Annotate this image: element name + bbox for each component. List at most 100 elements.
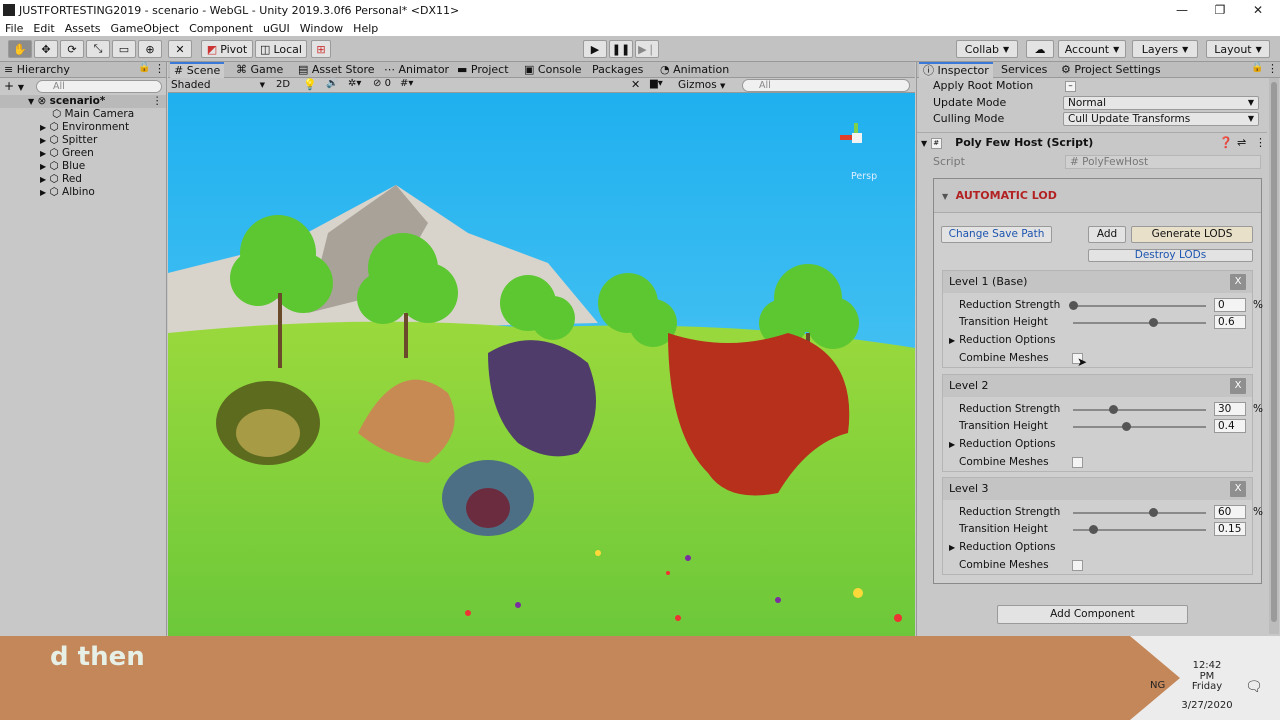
cloud-icon[interactable]: ☁ [1026,40,1054,58]
culling-mode-dropdown[interactable]: Cull Update Transforms ▼ [1063,112,1259,126]
reduction-strength-slider[interactable] [1073,512,1206,514]
component-header[interactable]: ▼ # Poly Few Host (Script) ❓ ⇌ ⋮ [917,132,1267,152]
hierarchy-item-main-camera[interactable]: ⬡ Main Camera [0,108,166,121]
lock-icon[interactable]: 🔒 [138,62,150,73]
menu-window[interactable]: Window [295,22,348,35]
destroy-lods-button[interactable]: Destroy LODs [1088,249,1253,262]
tab-inspector[interactable]: ⓘ Inspector [919,62,993,78]
add-component-button[interactable]: Add Component [997,605,1188,624]
reduction-strength-input[interactable]: 60 [1214,505,1246,519]
language-indicator[interactable]: NG [1150,680,1165,691]
audio-icon[interactable]: 🔊 [326,78,338,89]
layers-dropdown[interactable]: Layers ▼ [1132,40,1198,58]
tab-services[interactable]: Services [997,62,1051,78]
custom-tool-icon[interactable]: ✕ [168,40,192,58]
help-icon[interactable]: ❓ [1219,133,1233,153]
menu-ugui[interactable]: uGUI [258,22,295,35]
minimize-button[interactable]: — [1162,0,1202,20]
apply-root-motion-checkbox[interactable]: – [1065,81,1076,92]
tab-project-settings[interactable]: ⚙ Project Settings [1057,62,1165,78]
transform-tool-icon[interactable]: ⊕ [138,40,162,58]
tools-icon[interactable]: ✕ [631,78,640,91]
tab-animation[interactable]: ◔ Animation [656,62,733,78]
hierarchy-item-blue[interactable]: ▶ ⬡ Blue [0,160,166,173]
hierarchy-root-scenario[interactable]: ▼ ⊗ scenario* ⋮ [0,95,166,108]
orientation-gizmo[interactable] [840,123,880,163]
tab-scene[interactable]: # Scene [170,62,225,78]
reduction-options-foldout[interactable]: ▶ Reduction Options [949,436,1239,453]
perspective-label[interactable]: Persp [851,171,877,182]
tab-hierarchy[interactable]: ≡ Hierarchy [0,62,74,78]
effects-icon[interactable]: ✲▾ [348,78,361,89]
tab-packages[interactable]: Packages [588,62,647,78]
menu-help[interactable]: Help [348,22,383,35]
close-window-button[interactable]: ✕ [1238,0,1278,20]
rotate-tool-icon[interactable]: ⟳ [60,40,84,58]
tab-game[interactable]: ⌘ Game [232,62,287,78]
menu-assets[interactable]: Assets [60,22,106,35]
camera-icon[interactable]: ▆▾ [650,78,663,89]
more-menu-icon[interactable]: ⋮ [154,62,165,75]
scene-viewport[interactable]: Persp [168,93,915,636]
lock-icon[interactable]: 🔒 [1251,62,1263,73]
clock-day[interactable]: Friday [1185,681,1229,692]
remove-level-button[interactable]: X [1230,274,1246,290]
reduction-options-foldout[interactable]: ▶ Reduction Options [949,332,1239,349]
settings-icon[interactable]: ⇌ [1237,133,1246,153]
hierarchy-item-environment[interactable]: ▶ ⬡ Environment [0,121,166,134]
tab-console[interactable]: ▣ Console [520,62,586,78]
hierarchy-item-spitter[interactable]: ▶ ⬡ Spitter [0,134,166,147]
more-menu-icon[interactable]: ⋮ [152,95,163,108]
generate-lods-button[interactable]: Generate LODS [1131,226,1253,243]
reduction-strength-input[interactable]: 30 [1214,402,1246,416]
menu-gameobject[interactable]: GameObject [106,22,185,35]
add-object-button[interactable]: + ▼ [4,79,24,93]
move-tool-icon[interactable]: ✥ [34,40,58,58]
play-button[interactable]: ▶ [583,40,607,58]
lighting-icon[interactable]: 💡 [303,78,317,91]
inspector-scrollbar[interactable] [1269,78,1279,634]
transition-height-input[interactable]: 0.6 [1214,315,1246,329]
slider-handle[interactable] [1148,318,1158,327]
hierarchy-item-albino[interactable]: ▶ ⬡ Albino [0,186,166,199]
clock-date[interactable]: 3/27/2020 [1180,700,1234,711]
scrollbar-thumb[interactable] [1271,82,1277,622]
reduction-strength-slider[interactable] [1073,305,1206,307]
snap-icon[interactable]: ⊞ [311,40,331,58]
transition-height-slider[interactable] [1073,322,1206,324]
hidden-objects-toggle[interactable]: ⊘ 0 [373,78,391,89]
hand-tool-icon[interactable]: ✋ [8,40,32,58]
hierarchy-item-green[interactable]: ▶ ⬡ Green [0,147,166,160]
notification-icon[interactable]: 🗨 [1245,679,1263,695]
pause-button[interactable]: ❚❚ [609,40,633,58]
shading-mode-dropdown[interactable]: Shaded ▼ [171,79,267,92]
menu-edit[interactable]: Edit [28,22,59,35]
hierarchy-search-input[interactable]: All [36,80,162,93]
maximize-button[interactable]: ❐ [1200,0,1240,20]
more-menu-icon[interactable]: ⋮ [1267,62,1278,75]
slider-handle[interactable] [1148,508,1158,517]
combine-meshes-checkbox[interactable] [1072,457,1083,468]
reduction-options-foldout[interactable]: ▶ Reduction Options [949,539,1239,556]
transition-height-input[interactable]: 0.4 [1214,419,1246,433]
slider-handle[interactable] [1088,525,1098,534]
script-enabled-checkbox[interactable]: # [930,137,942,149]
2d-toggle[interactable]: 2D [276,79,290,90]
scale-tool-icon[interactable]: ⤡ [86,40,110,58]
clock-time[interactable]: 12:42 PM [1185,660,1229,682]
more-menu-icon[interactable]: ⋮ [1255,133,1266,153]
transition-height-slider[interactable] [1073,426,1206,428]
reduction-strength-input[interactable]: 0 [1214,298,1246,312]
add-level-button[interactable]: Add [1088,226,1126,243]
remove-level-button[interactable]: X [1230,378,1246,394]
step-button[interactable]: ▶❘ [635,40,659,58]
slider-handle[interactable] [1122,422,1132,431]
combine-meshes-checkbox[interactable] [1072,560,1083,571]
slider-handle[interactable] [1069,301,1078,310]
layout-dropdown[interactable]: Layout ▼ [1206,40,1270,58]
menu-file[interactable]: File [0,22,28,35]
pivot-toggle[interactable]: ◩ Pivot [201,40,253,58]
scene-search-input[interactable]: All [742,79,910,92]
rect-tool-icon[interactable]: ▭ [112,40,136,58]
reduction-strength-slider[interactable] [1073,409,1206,411]
